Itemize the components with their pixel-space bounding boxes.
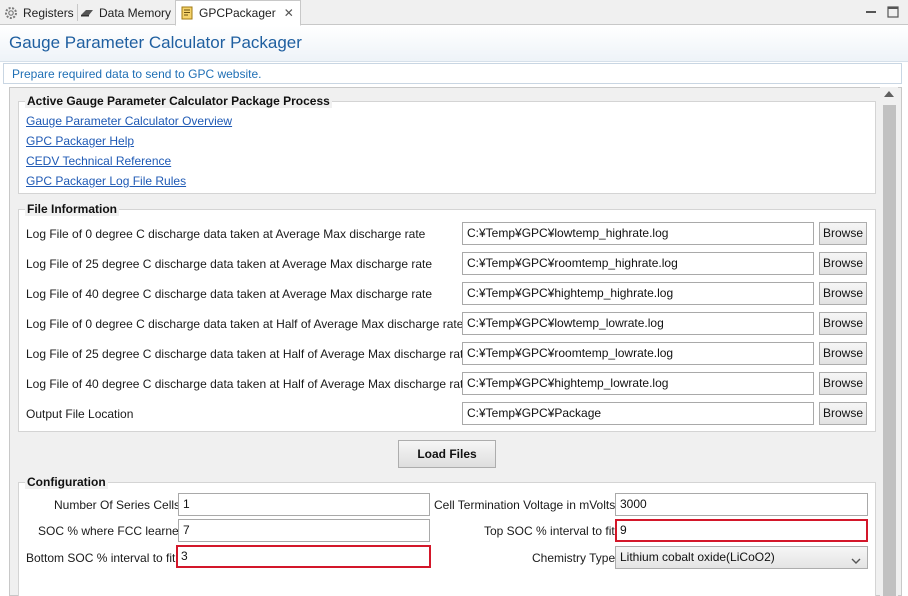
browse-button[interactable]: Browse [819, 312, 867, 335]
soc-fcc-label: SOC % where FCC learned [38, 524, 186, 538]
file-row-label: Log File of 25 degree C discharge data t… [26, 347, 471, 361]
tab-label: GPCPackager [199, 6, 276, 20]
page-subtitle: Prepare required data to send to GPC web… [12, 67, 262, 81]
link-gpc-overview[interactable]: Gauge Parameter Calculator Overview [26, 114, 232, 128]
bottom-soc-input[interactable]: 3 [176, 545, 431, 568]
link-cedv-technical-reference[interactable]: CEDV Technical Reference [26, 154, 171, 168]
load-files-button[interactable]: Load Files [398, 440, 496, 468]
top-soc-input[interactable]: 9 [615, 519, 868, 542]
series-cells-label: Number Of Series Cells [54, 498, 181, 512]
chemistry-type-label: Chemistry Type [532, 551, 616, 565]
link-gpc-packager-help[interactable]: GPC Packager Help [26, 134, 134, 148]
description-bar: Prepare required data to send to GPC web… [3, 63, 902, 84]
hightemp-lowrate-path-input[interactable]: C:¥Temp¥GPC¥hightemp_lowrate.log [462, 372, 814, 395]
scroll-up-icon[interactable] [884, 91, 894, 97]
document-icon [180, 6, 194, 20]
link-log-file-rules[interactable]: GPC Packager Log File Rules [26, 174, 186, 188]
vertical-scrollbar[interactable] [880, 87, 898, 596]
file-row-label: Log File of 0 degree C discharge data ta… [26, 317, 464, 331]
editor-tab-bar: Registers Data Memory GPCPackager ✕ [0, 0, 908, 26]
termination-voltage-input[interactable]: 3000 [615, 493, 868, 516]
chemistry-type-value: Lithium cobalt oxide(LiCoO2) [620, 550, 775, 564]
tab-data-memory[interactable]: Data Memory [80, 0, 171, 25]
file-row-label: Log File of 0 degree C discharge data ta… [26, 227, 426, 241]
browse-button[interactable]: Browse [819, 252, 867, 275]
maximize-icon[interactable] [884, 3, 902, 21]
file-information-title: File Information [25, 202, 119, 216]
tab-gpcpackager[interactable]: GPCPackager ✕ [175, 0, 301, 26]
bottom-soc-label: Bottom SOC % interval to fit [26, 551, 176, 565]
chevron-down-icon [851, 554, 861, 568]
output-location-input[interactable]: C:¥Temp¥GPC¥Package [462, 402, 814, 425]
roomtemp-lowrate-path-input[interactable]: C:¥Temp¥GPC¥roomtemp_lowrate.log [462, 342, 814, 365]
tab-label: Registers [23, 5, 74, 20]
page-header: Gauge Parameter Calculator Packager [0, 26, 908, 62]
file-row-label: Log File of 25 degree C discharge data t… [26, 257, 433, 271]
roomtemp-highrate-path-input[interactable]: C:¥Temp¥GPC¥roomtemp_highrate.log [462, 252, 814, 275]
soc-fcc-input[interactable]: 7 [178, 519, 430, 542]
file-row-label: Output File Location [26, 407, 134, 421]
lowtemp-lowrate-path-input[interactable]: C:¥Temp¥GPC¥lowtemp_lowrate.log [462, 312, 814, 335]
top-soc-label: Top SOC % interval to fit [484, 524, 615, 538]
browse-button[interactable]: Browse [819, 342, 867, 365]
series-cells-input[interactable]: 1 [178, 493, 430, 516]
tab-registers[interactable]: Registers [4, 0, 74, 25]
tab-separator [77, 4, 78, 21]
close-icon[interactable]: ✕ [284, 6, 294, 20]
browse-button[interactable]: Browse [819, 402, 867, 425]
gear-icon [4, 6, 18, 20]
browse-button[interactable]: Browse [819, 372, 867, 395]
chemistry-type-select[interactable]: Lithium cobalt oxide(LiCoO2) [615, 546, 868, 569]
configuration-title: Configuration [25, 475, 108, 489]
termination-voltage-label: Cell Termination Voltage in mVolts [434, 498, 616, 512]
browse-button[interactable]: Browse [819, 282, 867, 305]
memory-chip-icon [80, 6, 94, 20]
file-row-label: Log File of 40 degree C discharge data t… [26, 287, 433, 301]
file-row-label: Log File of 40 degree C discharge data t… [26, 377, 471, 391]
minimize-icon[interactable] [862, 3, 880, 21]
hightemp-highrate-path-input[interactable]: C:¥Temp¥GPC¥hightemp_highrate.log [462, 282, 814, 305]
lowtemp-highrate-path-input[interactable]: C:¥Temp¥GPC¥lowtemp_highrate.log [462, 222, 814, 245]
browse-button[interactable]: Browse [819, 222, 867, 245]
scrollbar-thumb[interactable] [883, 105, 896, 596]
page-title: Gauge Parameter Calculator Packager [9, 33, 302, 52]
process-group-title: Active Gauge Parameter Calculator Packag… [25, 94, 332, 108]
tab-label: Data Memory [99, 5, 172, 20]
